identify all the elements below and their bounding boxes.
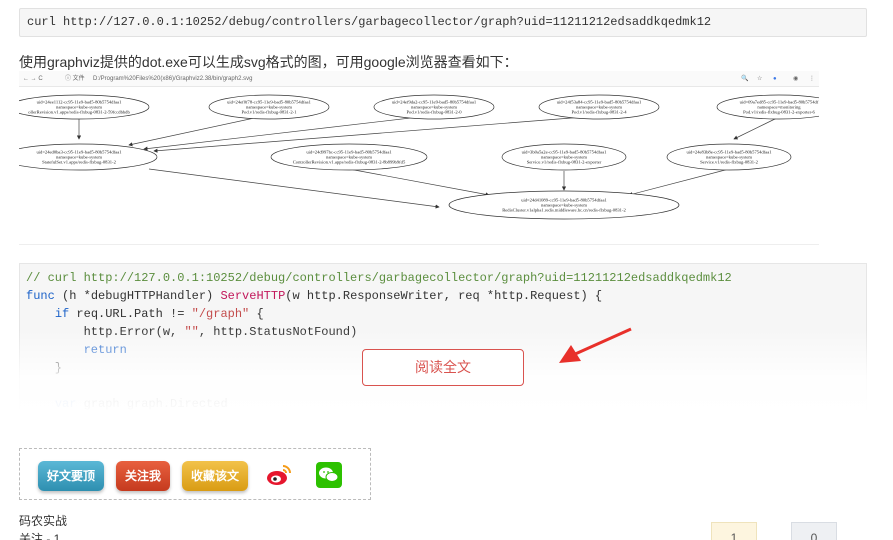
graph-node-label: ControllerRevision.v1.apps/redis-flxbug-… [293,160,406,165]
graph-node-label: Pod.v1/redis-flxbug-0831-2-exporter-6 [743,110,815,115]
code-token: func [26,289,55,303]
graph-node-label: Pod.v1/redis-flxbug-0831-2-4 [572,110,628,115]
code-token: (h *debugHTTPHandler) [54,289,221,303]
wechat-icon[interactable] [316,462,342,488]
code-token: if [54,307,70,321]
code-token: req.URL.Path != [69,307,192,321]
graph-node: uid=24ef9da2-cc95-11e9-bad5-80b5754dfaa1… [373,94,495,120]
browser-info-label: ⓘ 文件 [65,76,85,82]
follow-button[interactable]: 关注我 [116,461,170,491]
browser-star-icon: ☆ [757,76,763,82]
code-line: if req.URL.Path != "/graph" { [26,305,866,323]
browser-search-icon: 🔍 [741,76,749,82]
code-token: (w http.ResponseWriter, req *http.Reques… [285,289,603,303]
graph-node: uid=3b0a5a2e-cc95-11e9-bad5-80b5754dfaa1… [501,143,627,171]
follow-count[interactable]: 关注 - 1 [19,530,60,540]
recommend-button[interactable]: 好文要顶 [38,461,104,491]
browser-toolbar: ← → C ⓘ 文件 D:/Program%20Files%20(x86)/Gr… [19,71,819,87]
graph-node: uid=24ed0ba3-cc95-11e9-bad5-80b5754dfaa1… [19,143,158,171]
bury-button[interactable]: 0 [791,522,837,540]
graph-screenshot: ← → C ⓘ 文件 D:/Program%20Files%20(x86)/Gr… [19,71,819,245]
graph-node: uid=24ee1112-cc95-11e9-bad5-80b5754dfaa1… [19,94,150,120]
graph-node-label: Pod.v1/redis-flxbug-0831-2-1 [242,110,298,115]
weibo-icon[interactable] [265,462,293,488]
graph-node-label: Service.v1/redis-flxbug-0831-2-exporter [527,160,602,165]
code-token: "/graph" [191,307,250,321]
digg-button[interactable]: 1 [711,522,757,540]
curl-command-block: curl http://127.0.0.1:10252/debug/contro… [19,8,867,37]
browser-extension-icon: ● [773,76,777,82]
graph-edge [148,168,440,209]
graph-node: uid=09a7ed85-cc95-11e9-bad5-80b5754dfnam… [716,94,819,120]
code-token: // curl http://127.0.0.1:10252/debug/con… [26,271,732,285]
intro-paragraph: 使用graphviz提供的dot.exe可以生成svg格式的图，可用google… [19,54,518,70]
graph-node: uid=24e83b8e-cc95-11e9-bad5-80b5754dfaa1… [666,143,792,171]
graph-edge [348,168,490,197]
graph-edge [128,116,260,147]
browser-path: D:/Program%20Files%20(x86)/Graphviz2.38/… [93,76,253,82]
code-line: func (h *debugHTTPHandler) ServeHTTP(w h… [26,287,866,305]
graph-edge [733,116,780,140]
red-arrow-annotation [559,327,632,363]
graph-node-label: RedisCluster.v1alpha1.redis.middleware.h… [502,208,626,213]
dependency-graph: uid=24ee1112-cc95-11e9-bad5-80b5754dfaa1… [19,94,819,220]
browser-account-icon: ◉ [793,76,799,82]
graph-node-label: Service.v1/redis-flxbug-0831-2 [700,160,758,165]
graph-node: uid=24d41089-cc95-11e9-bad5-80b5754dfaa1… [448,190,680,220]
graph-node-label: Pod.v1/redis-flxbug-0831-2-0 [407,110,463,115]
share-toolbar: 好文要顶 关注我 收藏该文 [19,448,371,500]
author-name[interactable]: 码农实战 [19,512,67,529]
graph-edge [628,168,730,197]
read-more-button[interactable]: 阅读全文 [362,349,524,386]
browser-menu-icon: ⋮ [809,76,815,82]
code-token: { [249,307,264,321]
code-token: ServeHTTP [220,289,286,303]
code-line: // curl http://127.0.0.1:10252/debug/con… [26,269,866,287]
graph-node-label: StatefulSet.v1.apps/redis-flxbug-0831-2 [42,160,116,165]
graph-node: uid=24ef0f78-cc95-11e9-bad5-80b5754dfaa1… [208,94,330,120]
graph-node-label: ollerRevision.v1.apps/redis-flxbug-0831-… [28,110,130,115]
graph-node: uid=24d997bc-cc95-11e9-bad5-80b5754dfaa1… [270,143,428,171]
browser-nav-arrows: ← → C [23,76,43,82]
graph-node: uid=24f53a84-cc95-11e9-bad5-80b5754dfaa1… [538,94,660,120]
favorite-button[interactable]: 收藏该文 [182,461,248,491]
